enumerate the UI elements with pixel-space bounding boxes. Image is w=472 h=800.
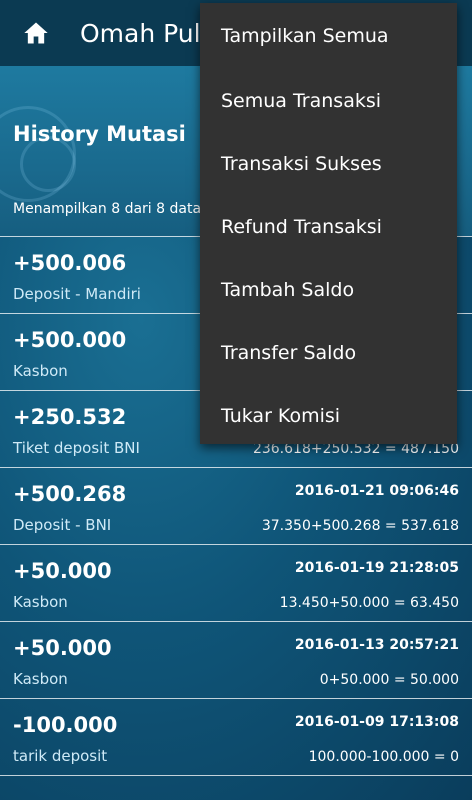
transaction-date: 2016-01-13 20:57:21 (294, 637, 459, 653)
transaction-amount: +500.268 (13, 482, 127, 506)
menu-item-transfer-saldo[interactable]: Transfer Saldo (200, 321, 457, 384)
transaction-date: 2016-01-21 09:06:46 (294, 483, 459, 499)
result-summary: Menampilkan 8 dari 8 data (13, 201, 202, 217)
menu-item-tambah-saldo[interactable]: Tambah Saldo (200, 258, 457, 321)
transaction-row[interactable]: +500.268 Deposit - BNI 2016-01-21 09:06:… (0, 467, 472, 544)
transaction-description: Kasbon (13, 362, 68, 380)
menu-item-refund-transaksi[interactable]: Refund Transaksi (200, 195, 457, 258)
page-title: History Mutasi (13, 122, 186, 146)
home-button[interactable] (0, 0, 72, 66)
transaction-balance-calc: 100.000-100.000 = 0 (308, 749, 459, 765)
transaction-balance-calc: 0+50.000 = 50.000 (319, 672, 459, 688)
transaction-date: 2016-01-09 17:13:08 (294, 714, 459, 730)
menu-item-tampilkan-semua[interactable]: Tampilkan Semua (200, 3, 457, 69)
transaction-description: Kasbon (13, 593, 68, 611)
transaction-description: Deposit - BNI (13, 516, 112, 534)
home-icon (24, 22, 48, 44)
transaction-description: Deposit - Mandiri (13, 285, 141, 303)
transaction-amount: +50.000 (13, 636, 112, 660)
transaction-row[interactable]: -100.000 tarik deposit 2016-01-09 17:13:… (0, 698, 472, 776)
transaction-amount: +50.000 (13, 559, 112, 583)
transaction-description: Kasbon (13, 670, 68, 688)
transaction-balance-calc: 13.450+50.000 = 63.450 (279, 595, 459, 611)
transaction-amount: +250.532 (13, 405, 127, 429)
menu-item-tukar-komisi[interactable]: Tukar Komisi (200, 384, 457, 447)
menu-item-semua-transaksi[interactable]: Semua Transaksi (200, 69, 457, 132)
transaction-amount: +500.006 (13, 251, 127, 275)
transaction-description: Tiket deposit BNI (13, 439, 140, 457)
transaction-amount: +500.000 (13, 328, 127, 352)
filter-overflow-menu: Tampilkan Semua Semua Transaksi Transaks… (200, 3, 457, 444)
transaction-amount: -100.000 (13, 713, 118, 737)
transaction-balance-calc: 37.350+500.268 = 537.618 (261, 518, 459, 534)
transaction-row[interactable]: +50.000 Kasbon 2016-01-13 20:57:21 0+50.… (0, 621, 472, 698)
transaction-description: tarik deposit (13, 747, 108, 765)
transaction-date: 2016-01-19 21:28:05 (294, 560, 459, 576)
transaction-row[interactable]: +50.000 Kasbon 2016-01-19 21:28:05 13.45… (0, 544, 472, 621)
menu-item-transaksi-sukses[interactable]: Transaksi Sukses (200, 132, 457, 195)
